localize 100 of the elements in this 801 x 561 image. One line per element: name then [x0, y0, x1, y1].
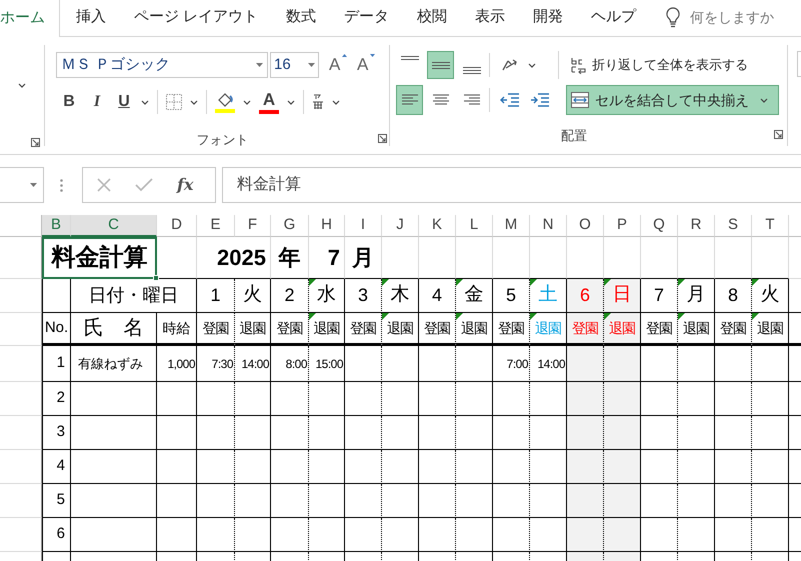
table-cell: [567, 484, 604, 518]
column-header[interactable]: K: [419, 215, 456, 237]
column-label: 退園: [382, 313, 419, 346]
name-cell: 有線ねずみ: [71, 346, 157, 382]
column-header[interactable]: R: [678, 215, 715, 237]
weekday-cell: 金: [456, 279, 493, 313]
table-cell: [752, 416, 789, 450]
table-cell: [345, 346, 382, 382]
column-header[interactable]: O: [567, 215, 604, 237]
table-cell: [309, 484, 345, 518]
grow-font-button[interactable]: A: [329, 52, 347, 78]
column-header[interactable]: H: [309, 215, 345, 237]
column-header[interactable]: T: [752, 215, 789, 237]
ribbon-tab[interactable]: 表示: [461, 0, 520, 36]
column-header[interactable]: I: [345, 215, 382, 237]
underline-button[interactable]: U: [115, 90, 133, 114]
ribbon-tab[interactable]: データ: [330, 0, 404, 36]
table-cell: [271, 382, 309, 416]
column-header[interactable]: M: [493, 215, 530, 237]
align-middle-button[interactable]: [427, 51, 454, 79]
formula-field[interactable]: 料金計算: [222, 167, 801, 203]
align-top-icon: [400, 56, 418, 60]
table-cell: [493, 416, 530, 450]
ribbon-tab[interactable]: 数式: [272, 0, 330, 36]
column-header[interactable]: B: [42, 215, 71, 237]
wrap-text-button[interactable]: 折り返して全体を表示する: [567, 51, 751, 79]
column-header[interactable]: C: [71, 215, 157, 237]
row-number-cell: 4: [42, 450, 71, 484]
row-number-cell: 6: [42, 518, 71, 552]
increase-indent-icon[interactable]: [530, 92, 550, 108]
ribbon-tab[interactable]: ヘルプ: [577, 0, 650, 36]
align-left-button[interactable]: [396, 85, 423, 115]
table-cell: [42, 279, 71, 313]
table-cell: [456, 382, 493, 416]
row-header: [0, 416, 42, 450]
caret-icon: [18, 83, 26, 88]
column-label: 登園: [197, 313, 235, 346]
column-header[interactable]: F: [235, 215, 271, 237]
row-header: [0, 279, 42, 313]
table-cell: [382, 237, 419, 279]
dialog-launcher-icon: [378, 134, 387, 143]
column-label: 登園: [567, 313, 604, 346]
table-cell: [309, 382, 345, 416]
table-cell: [715, 518, 752, 552]
table-cell: [157, 382, 197, 416]
insert-function-button[interactable]: fx: [177, 173, 194, 197]
time-cell: 7:30: [197, 346, 235, 382]
month-unit-cell: 月: [345, 237, 382, 279]
column-header[interactable]: L: [456, 215, 493, 237]
table-cell: [197, 382, 235, 416]
sheet-title: 料金計算: [42, 237, 157, 279]
table-cell: [715, 484, 752, 518]
table-cell: [235, 518, 271, 552]
merge-center-button[interactable]: セルを結合して中央揃え: [566, 85, 779, 115]
italic-button[interactable]: I: [87, 90, 107, 114]
fill-handle[interactable]: [153, 275, 159, 281]
phonetic-guide-icon: [312, 94, 324, 110]
column-header[interactable]: D: [157, 215, 197, 237]
ribbon-tab[interactable]: ページ レイアウト: [120, 0, 272, 36]
column-header[interactable]: S: [715, 215, 752, 237]
ribbon-tab[interactable]: 校閲: [403, 0, 462, 36]
table-cell: [715, 450, 752, 484]
table-cell: [157, 237, 197, 279]
column-header[interactable]: P: [604, 215, 641, 237]
shrink-font-button[interactable]: A: [357, 52, 375, 78]
bold-button[interactable]: B: [59, 90, 79, 114]
table-cell: [604, 416, 641, 450]
table-cell: [715, 237, 752, 279]
table-cell: [493, 237, 530, 279]
font-size-field[interactable]: 16: [270, 52, 319, 78]
table-cell: [456, 416, 493, 450]
table-cell: [271, 484, 309, 518]
table-cell: [345, 382, 382, 416]
checkmark-icon[interactable]: [135, 178, 153, 192]
table-cell: [678, 416, 715, 450]
column-header[interactable]: Q: [641, 215, 678, 237]
ribbon-tab[interactable]: ホーム: [0, 0, 60, 37]
table-cell: [456, 346, 493, 382]
column-label: 退園: [456, 313, 493, 346]
time-cell: 7:00: [493, 346, 530, 382]
ribbon-tab[interactable]: 開発: [519, 0, 578, 36]
column-header[interactable]: J: [382, 215, 419, 237]
column-header[interactable]: G: [271, 215, 309, 237]
column-header[interactable]: N: [530, 215, 567, 237]
font-color-button[interactable]: A: [259, 90, 279, 114]
table-cell: [382, 484, 419, 518]
table-cell: [493, 484, 530, 518]
ribbon-tab[interactable]: 挿入: [62, 0, 120, 36]
column-header[interactable]: E: [197, 215, 235, 237]
font-name-field[interactable]: ＭＳ Ｐゴシック: [56, 52, 268, 78]
row-number-cell: 5: [42, 484, 71, 518]
table-cell: [419, 484, 456, 518]
table-cell: [604, 346, 641, 382]
decrease-indent-icon[interactable]: [500, 92, 520, 108]
table-cell: [309, 518, 345, 552]
table-cell: [678, 382, 715, 416]
table-header: No.: [42, 313, 71, 346]
table-cell: [271, 518, 309, 552]
wage-cell: 1,000: [157, 346, 197, 382]
tell-me-field[interactable]: 何をしますか: [690, 7, 800, 28]
